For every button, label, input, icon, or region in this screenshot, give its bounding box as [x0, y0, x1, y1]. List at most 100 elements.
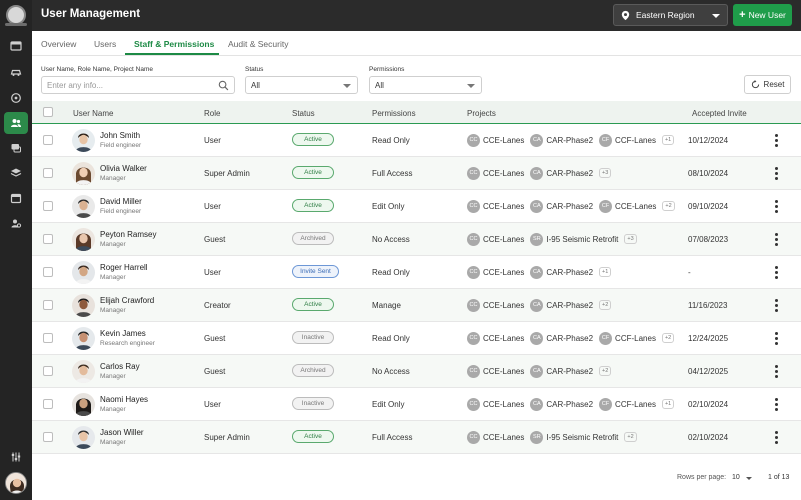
row-checkbox[interactable]	[43, 432, 53, 442]
users-icon[interactable]	[4, 112, 28, 134]
more-projects-badge[interactable]: +1	[661, 135, 675, 145]
row-checkbox[interactable]	[43, 201, 53, 211]
row-checkbox[interactable]	[43, 135, 53, 145]
project-chip[interactable]: CF CCF-Lanes	[599, 397, 656, 411]
new-user-button[interactable]: + New User	[733, 4, 792, 26]
user-name[interactable]: Olivia Walker	[100, 164, 147, 173]
more-projects-badge[interactable]: +2	[599, 366, 612, 376]
more-actions-icon[interactable]	[773, 134, 779, 147]
project-chip[interactable]: CC CCE-Lanes	[467, 265, 524, 279]
project-chip[interactable]: CF CCF-Lanes	[599, 133, 656, 147]
project-chip[interactable]: CC CCE-Lanes	[467, 166, 524, 180]
user-name[interactable]: Peyton Ramsey	[100, 230, 156, 239]
column-header-projects[interactable]: Projects	[467, 109, 496, 118]
project-chip[interactable]: SR I-95 Seismic Retrofit	[530, 232, 618, 246]
search-field[interactable]	[41, 76, 235, 94]
project-chip[interactable]: CC CCE-Lanes	[467, 430, 524, 444]
search-input[interactable]	[47, 80, 207, 90]
project-chip[interactable]: SR I-95 Seismic Retrofit	[530, 430, 618, 444]
more-actions-icon[interactable]	[773, 431, 779, 444]
more-actions-icon[interactable]	[773, 398, 779, 411]
project-chip[interactable]: CA CAR-Phase2	[530, 397, 593, 411]
reset-button[interactable]: Reset	[744, 75, 791, 94]
tab-audit-security[interactable]: Audit & Security	[228, 39, 288, 49]
row-checkbox[interactable]	[43, 300, 53, 310]
chevron-down-icon[interactable]	[746, 477, 752, 480]
more-projects-badge[interactable]: +3	[624, 234, 637, 244]
dashboard-icon[interactable]	[4, 35, 28, 57]
row-checkbox[interactable]	[43, 399, 53, 409]
user-name[interactable]: Kevin James	[100, 329, 146, 338]
project-chip[interactable]: CF CCE-Lanes	[599, 199, 656, 213]
table-row[interactable]: David Miller Field engineer User Active …	[32, 190, 801, 223]
more-projects-badge[interactable]: +2	[624, 432, 637, 442]
user-name[interactable]: John Smith	[100, 131, 140, 140]
table-row[interactable]: Kevin James Research engineer Guest Inac…	[32, 322, 801, 355]
more-projects-badge[interactable]: +3	[599, 168, 612, 178]
project-chip[interactable]: CA CAR-Phase2	[530, 265, 593, 279]
brand-logo[interactable]	[6, 5, 26, 25]
project-chip[interactable]: CA CAR-Phase2	[530, 298, 593, 312]
project-chip[interactable]: CC CCE-Lanes	[467, 298, 524, 312]
more-actions-icon[interactable]	[773, 200, 779, 213]
user-name[interactable]: Naomi Hayes	[100, 395, 148, 404]
table-row[interactable]: Elijah Crawford Manager Creator Active M…	[32, 289, 801, 322]
project-chip[interactable]: CC CCE-Lanes	[467, 232, 524, 246]
row-checkbox[interactable]	[43, 168, 53, 178]
more-actions-icon[interactable]	[773, 365, 779, 378]
project-chip[interactable]: CC CCE-Lanes	[467, 364, 524, 378]
calendar-icon[interactable]	[4, 187, 28, 209]
chat-icon[interactable]	[4, 137, 28, 159]
project-chip[interactable]: CA CAR-Phase2	[530, 133, 593, 147]
user-name[interactable]: Jason Willer	[100, 428, 144, 437]
rows-per-page-select[interactable]: 10	[732, 474, 740, 481]
current-user-avatar[interactable]	[5, 472, 27, 494]
project-chip[interactable]: CC CCE-Lanes	[467, 199, 524, 213]
more-actions-icon[interactable]	[773, 167, 779, 180]
more-actions-icon[interactable]	[773, 332, 779, 345]
column-header-role[interactable]: Role	[204, 109, 220, 118]
table-row[interactable]: Naomi Hayes Manager User Inactive Edit O…	[32, 388, 801, 421]
more-actions-icon[interactable]	[773, 299, 779, 312]
user-name[interactable]: Roger Harrell	[100, 263, 148, 272]
vehicle-icon[interactable]	[4, 61, 28, 83]
status-select[interactable]: All	[245, 76, 358, 94]
more-actions-icon[interactable]	[773, 266, 779, 279]
project-chip[interactable]: CC CCE-Lanes	[467, 331, 524, 345]
column-header-permissions[interactable]: Permissions	[372, 109, 416, 118]
user-name[interactable]: David Miller	[100, 197, 142, 206]
row-checkbox[interactable]	[43, 366, 53, 376]
user-name[interactable]: Carlos Ray	[100, 362, 140, 371]
column-header-user-name[interactable]: User Name	[73, 109, 113, 118]
more-actions-icon[interactable]	[773, 233, 779, 246]
project-chip[interactable]: CA CAR-Phase2	[530, 364, 593, 378]
location-icon[interactable]	[4, 87, 28, 109]
table-row[interactable]: Olivia Walker Manager Super Admin Active…	[32, 157, 801, 190]
column-header-status[interactable]: Status	[292, 109, 315, 118]
tab-overview[interactable]: Overview	[41, 39, 76, 49]
layers-icon[interactable]	[4, 162, 28, 184]
project-chip[interactable]: CF CCF-Lanes	[599, 331, 656, 345]
table-row[interactable]: Roger Harrell Manager User Invite Sent R…	[32, 256, 801, 289]
tab-users[interactable]: Users	[94, 39, 116, 49]
more-projects-badge[interactable]: +2	[599, 300, 612, 310]
user-name[interactable]: Elijah Crawford	[100, 296, 154, 305]
permissions-select[interactable]: All	[369, 76, 482, 94]
region-select[interactable]: Eastern Region	[613, 4, 728, 26]
more-projects-badge[interactable]: +2	[662, 201, 675, 211]
row-checkbox[interactable]	[43, 267, 53, 277]
project-chip[interactable]: CA CAR-Phase2	[530, 199, 593, 213]
settings-icon[interactable]	[4, 212, 28, 234]
more-projects-badge[interactable]: +2	[661, 333, 675, 343]
tab-staff-permissions[interactable]: Staff & Permissions	[134, 39, 214, 49]
select-all-checkbox[interactable]	[43, 107, 53, 117]
table-row[interactable]: John Smith Field engineer User Active Re…	[32, 124, 801, 157]
table-row[interactable]: Jason Willer Manager Super Admin Active …	[32, 421, 801, 454]
table-row[interactable]: Carlos Ray Manager Guest Archived No Acc…	[32, 355, 801, 388]
row-checkbox[interactable]	[43, 234, 53, 244]
sliders-icon[interactable]	[4, 446, 28, 468]
column-header-accepted-invite[interactable]: Accepted Invite	[692, 109, 747, 118]
table-row[interactable]: Peyton Ramsey Manager Guest Archived No …	[32, 223, 801, 256]
row-checkbox[interactable]	[43, 333, 53, 343]
project-chip[interactable]: CC CCE-Lanes	[467, 133, 524, 147]
